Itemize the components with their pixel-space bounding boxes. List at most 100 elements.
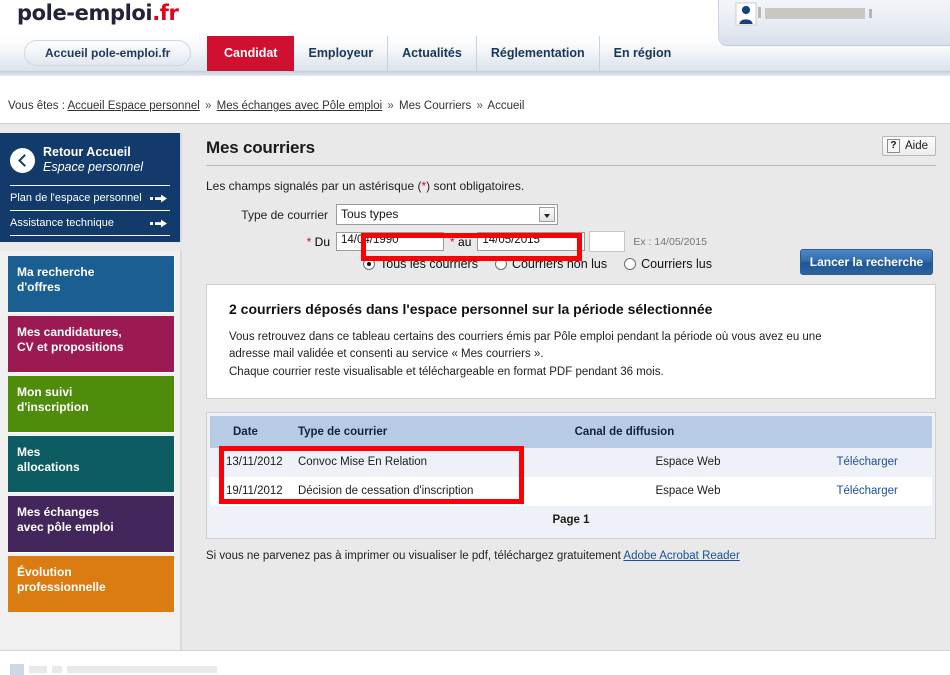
date-extra-field[interactable]: [589, 231, 626, 252]
adobe-reader-link[interactable]: Adobe Acrobat Reader: [623, 550, 739, 562]
courriers-table: Date Type de courrier Canal de diffusion…: [210, 415, 932, 506]
logo-suffix: .fr: [152, 1, 179, 25]
sidebar-bottom-filler: [0, 612, 182, 650]
breadcrumb-bar: Vous êtes : Accueil Espace personnel » M…: [0, 76, 950, 124]
cell-action: Télécharger: [802, 476, 932, 506]
required-note-pre: Les champs signalés par un astérisque (: [206, 179, 422, 193]
radio-courriers-lus[interactable]: Courriers lus: [624, 257, 712, 271]
sidebar-item-label-line1: Ma recherche: [17, 265, 95, 279]
date-to-input[interactable]: 14/05/2015: [477, 232, 586, 251]
breadcrumb-item-accueil: Accueil: [487, 100, 525, 112]
download-link[interactable]: Télécharger: [837, 485, 898, 497]
sidebar-item-label-line1: Mes échanges: [17, 505, 100, 519]
chevron-down-icon[interactable]: [539, 207, 555, 222]
sidebar-item-label-line2: avec pôle emploi: [17, 520, 114, 534]
nav-tab-candidat[interactable]: Candidat: [207, 36, 295, 72]
sidebar-item-mes-candidatures[interactable]: Mes candidatures, CV et propositions: [8, 316, 174, 372]
sidebar-back-home[interactable]: Retour Accueil Espace personnel: [10, 143, 170, 185]
nav-tab-employeur[interactable]: Employeur: [294, 36, 389, 72]
sidebar-back-subtitle: Espace personnel: [43, 160, 144, 174]
column-header-date: Date: [210, 415, 290, 448]
content-panel: Mes courriers ? Aide Les champs signalés…: [184, 125, 950, 650]
cell-canal: Espace Web: [573, 447, 803, 477]
site-logo[interactable]: pole-emploi.fr: [17, 1, 179, 25]
required-note-post: ) sont obligatoires.: [426, 179, 525, 193]
date-du-label: * Du: [306, 234, 330, 249]
cell-type: Convoc Mise En Relation: [289, 447, 574, 477]
sidebar-item-mes-allocations[interactable]: Mes allocations: [8, 436, 174, 492]
sidebar-item-label-line1: Mes: [17, 445, 41, 459]
cell-date: 13/11/2012: [210, 447, 290, 477]
date-au-label-text: au: [458, 234, 472, 249]
sidebar-section-buttons: Ma recherche d'offres Mes candidatures, …: [0, 251, 182, 619]
person-icon: [735, 2, 757, 26]
courriers-table-wrapper: Date Type de courrier Canal de diffusion…: [206, 411, 936, 539]
pdf-help-note: Si vous ne parvenez pas à imprimer ou vi…: [206, 550, 936, 562]
breadcrumb-item-mes-echanges[interactable]: Mes échanges avec Pôle emploi: [217, 100, 383, 112]
main-navigation: Accueil pole-emploi.fr Candidat Employeu…: [0, 36, 950, 72]
radio-label: Tous les courriers: [380, 257, 478, 271]
username-redacted: [758, 7, 872, 19]
sidebar-item-label-line1: Mes candidatures,: [17, 325, 122, 339]
help-button-label: Aide: [904, 140, 928, 152]
search-form: Type de courrier Tous types * Du 14/04/1…: [206, 204, 936, 275]
courier-filter-radios: Tous les courriers Courriers non lus Cou…: [206, 249, 936, 275]
nav-home-button[interactable]: Accueil pole-emploi.fr: [24, 40, 192, 66]
courier-type-label: Type de courrier: [241, 207, 328, 222]
help-button[interactable]: ? Aide: [881, 136, 936, 156]
required-fields-note: Les champs signalés par un astérisque (*…: [206, 179, 936, 193]
breadcrumb-separator-3: »: [476, 100, 483, 112]
sidebar-top-panel: Retour Accueil Espace personnel Plan de …: [0, 133, 182, 242]
table-row[interactable]: 13/11/2012 Convoc Mise En Relation Espac…: [210, 447, 932, 477]
nav-tab-en-region[interactable]: En région: [600, 36, 686, 72]
sidebar-item-label-line2: d'offres: [17, 280, 61, 294]
courier-type-select[interactable]: Tous types: [336, 204, 558, 225]
arrow-right-icon: [150, 194, 168, 203]
cell-canal: Espace Web: [573, 476, 803, 506]
sidebar-item-ma-recherche-d-offres[interactable]: Ma recherche d'offres: [8, 256, 174, 312]
breadcrumb: Vous êtes : Accueil Espace personnel » M…: [8, 100, 524, 112]
widget-line: [52, 665, 62, 673]
sidebar-link-plan-espace-personnel[interactable]: Plan de l'espace personnel: [10, 185, 170, 210]
breadcrumb-item-accueil-espace-personnel[interactable]: Accueil Espace personnel: [67, 100, 199, 112]
radio-courriers-non-lus[interactable]: Courriers non lus: [494, 257, 607, 271]
table-header-row: Date Type de courrier Canal de diffusion: [210, 415, 932, 448]
date-from-input[interactable]: 14/04/1990: [336, 232, 444, 251]
page-root: pole-emploi.fr Accueil pole-emploi.fr Ca…: [0, 0, 950, 675]
content-bottom-filler: [184, 620, 950, 650]
nav-tab-actualites[interactable]: Actualités: [388, 36, 477, 72]
bottom-cutoff-strip: [0, 650, 950, 675]
sidebar-item-label-line2: d'inscription: [17, 400, 89, 414]
sidebar-item-label-line2: CV et propositions: [17, 340, 124, 354]
results-info-line-2: adresse mail validée et consenti au serv…: [229, 348, 544, 361]
sidebar-item-evolution-professionnelle[interactable]: Évolution professionnelle: [8, 556, 174, 612]
nav-tab-list: Candidat Employeur Actualités Réglementa…: [207, 36, 685, 72]
sidebar-back-title: Retour Accueil: [43, 145, 131, 159]
sidebar-item-mes-echanges[interactable]: Mes échanges avec pôle emploi: [8, 496, 174, 552]
page-title-row: Mes courriers ? Aide: [206, 136, 936, 166]
widget-icon: [10, 663, 24, 675]
breadcrumb-separator-2: »: [387, 100, 394, 112]
cell-action: Télécharger: [802, 447, 932, 477]
logo-text: pole-emploi: [17, 1, 153, 25]
launch-search-button[interactable]: Lancer la recherche: [800, 249, 933, 275]
sidebar-item-label-line1: Évolution: [17, 565, 72, 579]
sidebar-link-label: Assistance technique: [10, 217, 114, 229]
download-link[interactable]: Télécharger: [837, 456, 898, 468]
radio-tous-les-courriers[interactable]: Tous les courriers: [363, 257, 478, 271]
table-row[interactable]: 19/11/2012 Décision de cessation d'inscr…: [210, 476, 932, 506]
date-du-label-text: Du: [314, 234, 330, 249]
radio-indicator: [363, 258, 375, 270]
radio-indicator: [494, 258, 507, 270]
results-info-line-3: Chaque courrier reste visualisable et té…: [229, 365, 664, 378]
radio-label: Courriers lus: [641, 257, 712, 271]
sidebar-link-assistance-technique[interactable]: Assistance technique: [10, 210, 170, 236]
table-pagination[interactable]: Page 1: [210, 505, 932, 535]
results-count-title: 2 courriers déposés dans l'espace person…: [229, 301, 713, 317]
sidebar-item-mon-suivi-inscription[interactable]: Mon suivi d'inscription: [8, 376, 174, 432]
sidebar-link-label: Plan de l'espace personnel: [10, 192, 142, 204]
table-body: 13/11/2012 Convoc Mise En Relation Espac…: [210, 447, 932, 506]
results-info-line-1: Vous retrouvez dans ce tableau certains …: [229, 331, 822, 343]
main-area: Retour Accueil Espace personnel Plan de …: [0, 125, 950, 650]
nav-tab-reglementation[interactable]: Réglementation: [477, 36, 600, 72]
